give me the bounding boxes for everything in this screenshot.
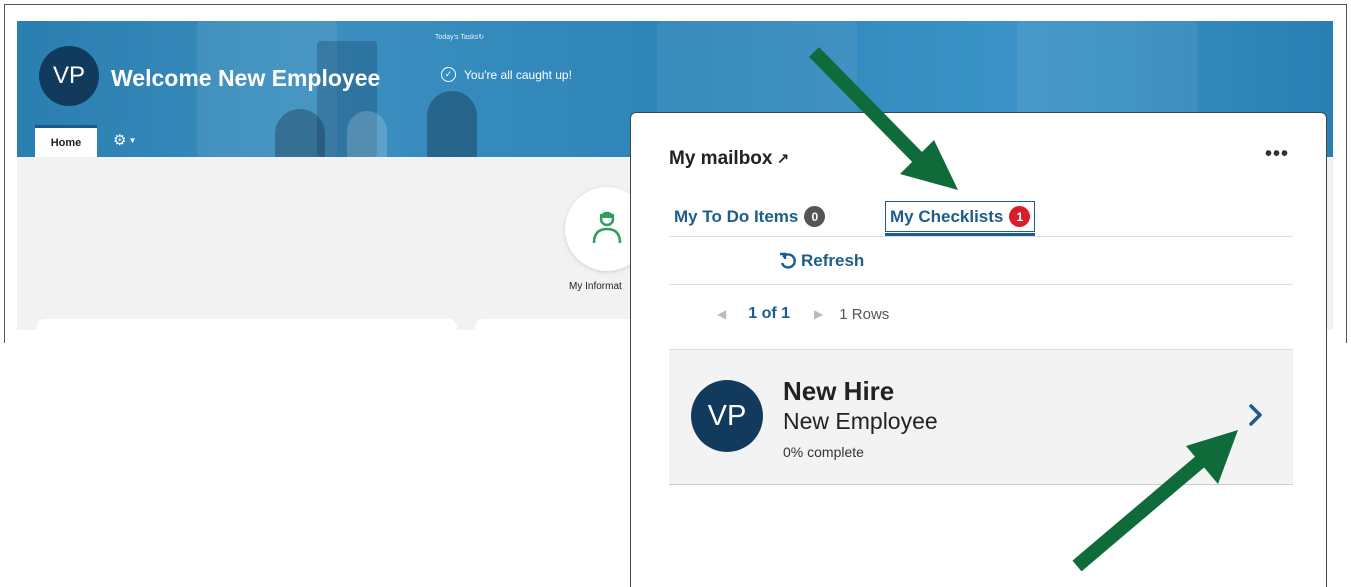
mailbox-tabs: My To Do Items 0 My Checklists 1 [669,201,1293,237]
count-badge: 1 [1009,206,1031,227]
tab-my-to-do-items[interactable]: My To Do Items 0 [674,201,826,232]
checklist-progress: 0% complete [783,444,864,460]
mailbox-title-text: My mailbox [669,148,773,169]
more-options-icon[interactable]: ••• [1265,143,1289,166]
row-count: 1 Rows [839,305,890,323]
refresh-button[interactable]: Refresh [779,251,864,271]
refresh-label: Refresh [801,251,865,270]
todays-tasks-link[interactable]: Today's Tasks↻ [435,33,484,41]
chevron-right-icon[interactable] [1247,402,1265,428]
gear-icon: ⚙ [113,132,127,149]
external-link-icon: ↗ [776,151,790,168]
checklist-item[interactable]: VP New Hire New Employee 0% complete [669,349,1293,485]
avatar: VP [691,380,763,452]
tasks-status: ✓ You're all caught up! [441,67,572,82]
tab-my-checklists[interactable]: My Checklists 1 [885,201,1036,236]
checklist-title: New Hire [783,376,895,406]
next-page-icon[interactable]: ▶ [814,307,823,321]
pagination: ◀ 1 of 1 ▶ 1 Rows [717,305,889,323]
mailbox-title[interactable]: My mailbox ↗ [669,148,789,170]
check-circle-icon: ✓ [441,67,456,82]
tab-home[interactable]: Home [35,125,97,157]
person-icon [592,211,622,244]
tab-label: My To Do Items [674,206,799,226]
welcome-heading: Welcome New Employee [111,65,381,91]
page-indicator: 1 of 1 [748,305,791,322]
refresh-icon: ↻ [478,34,485,41]
settings-menu[interactable]: ⚙ ▼ [113,131,136,149]
count-badge: 0 [804,206,826,227]
active-tab-indicator [885,233,1036,236]
refresh-row: Refresh [669,237,1293,285]
refresh-icon [780,252,796,269]
caught-up-text: You're all caught up! [464,67,572,82]
mailbox-panel: My mailbox ↗ ••• My To Do Items 0 My Che… [630,112,1327,587]
previous-page-icon[interactable]: ◀ [717,307,726,321]
user-avatar[interactable]: VP [39,46,99,106]
tab-label: My Checklists [890,206,1004,226]
caret-down-icon: ▼ [128,135,137,145]
my-information-label: My Informat [569,281,622,292]
checklist-subtitle: New Employee [783,408,938,434]
